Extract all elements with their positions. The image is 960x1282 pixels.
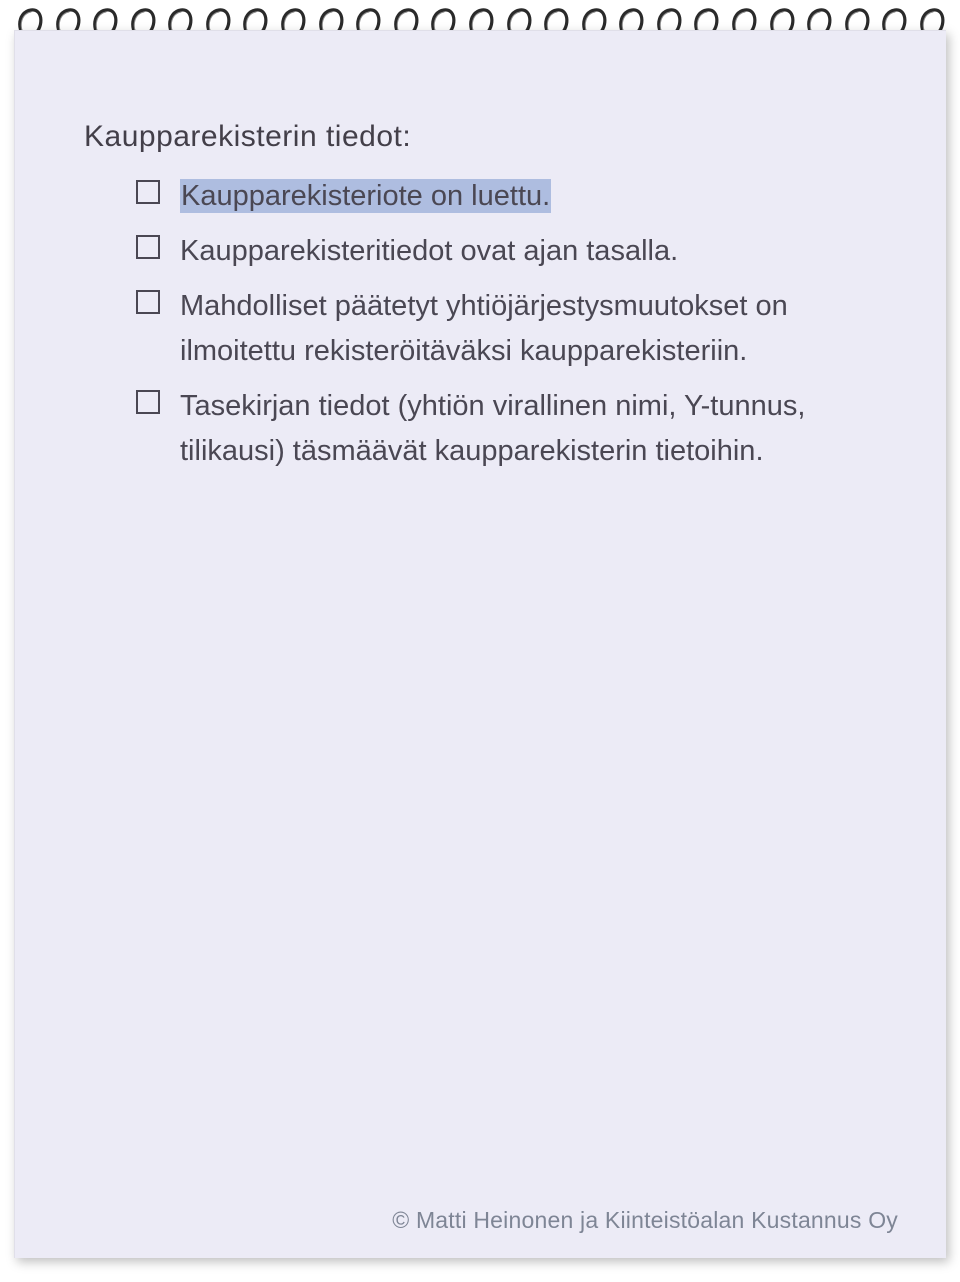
checklist-item: Kaupparekisteriote on luettu. bbox=[136, 174, 876, 219]
checklist-item-text: Mahdolliset päätetyt yhtiöjärjestysmuuto… bbox=[180, 290, 788, 367]
content-area: Kaupparekisterin tiedot: Kaupparekisteri… bbox=[84, 120, 876, 484]
checkbox-icon[interactable] bbox=[136, 390, 160, 414]
copyright-footer: © Matti Heinonen ja Kiinteistöalan Kusta… bbox=[392, 1207, 898, 1234]
checkbox-icon[interactable] bbox=[136, 235, 160, 259]
checklist-item-text: Kaupparekisteriote on luettu. bbox=[180, 179, 551, 213]
checklist-item: Kaupparekisteritiedot ovat ajan tasalla. bbox=[136, 229, 876, 274]
notepad-sheet: Kaupparekisterin tiedot: Kaupparekisteri… bbox=[14, 30, 946, 1258]
checklist-item-text: Kaupparekisteritiedot ovat ajan tasalla. bbox=[180, 235, 678, 267]
checkbox-icon[interactable] bbox=[136, 180, 160, 204]
checkbox-icon[interactable] bbox=[136, 290, 160, 314]
checklist: Kaupparekisteriote on luettu. Kaupparekis… bbox=[136, 174, 876, 474]
page: Kaupparekisterin tiedot: Kaupparekisteri… bbox=[0, 0, 960, 1282]
section-heading: Kaupparekisterin tiedot: bbox=[84, 120, 876, 154]
checklist-item-text: Tasekirjan tiedot (yhtiön virallinen nim… bbox=[180, 390, 805, 467]
checklist-item: Tasekirjan tiedot (yhtiön virallinen nim… bbox=[136, 384, 876, 474]
checklist-item: Mahdolliset päätetyt yhtiöjärjestysmuuto… bbox=[136, 284, 876, 374]
